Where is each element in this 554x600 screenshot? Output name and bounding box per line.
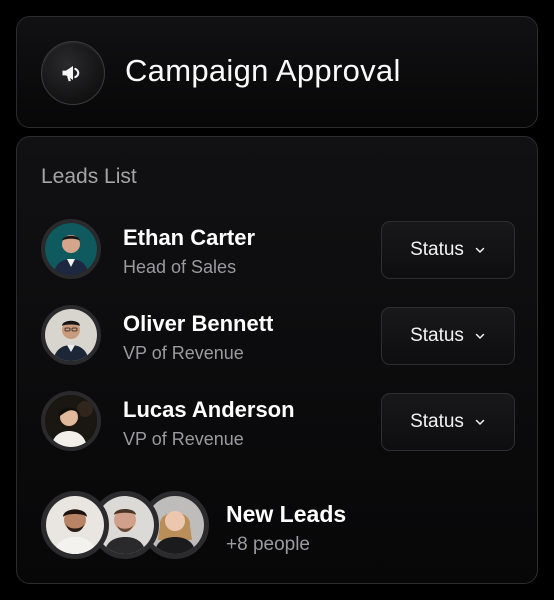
avatar <box>41 491 109 559</box>
new-leads-title: New Leads <box>226 501 347 527</box>
leads-list-title: Leads List <box>41 165 137 188</box>
chevron-down-icon <box>475 247 485 254</box>
campaign-header-card: Campaign Approval <box>16 16 538 128</box>
status-dropdown[interactable]: Status <box>381 393 515 451</box>
status-label: Status <box>410 239 464 260</box>
chevron-down-icon <box>475 333 485 340</box>
avatar <box>41 219 101 279</box>
new-leads-count: +8 people <box>226 534 310 555</box>
lead-row[interactable]: Lucas Anderson VP of Revenue Status <box>41 391 515 453</box>
lead-row[interactable]: Ethan Carter Head of Sales Status <box>41 219 515 281</box>
lead-name: Ethan Carter <box>123 225 256 250</box>
lead-role: VP of Revenue <box>123 429 244 449</box>
page-title: Campaign Approval <box>125 53 401 88</box>
status-dropdown[interactable]: Status <box>381 221 515 279</box>
chevron-down-icon <box>475 419 485 426</box>
lead-row[interactable]: Oliver Bennett VP of Revenue Status <box>41 305 515 367</box>
avatar <box>41 391 101 451</box>
new-leads-group[interactable]: New Leads +8 people <box>41 491 515 563</box>
status-dropdown[interactable]: Status <box>381 307 515 365</box>
leads-list-card: Leads List Ethan Carter Head of Sales St… <box>16 136 538 584</box>
lead-role: VP of Revenue <box>123 343 244 363</box>
lead-name: Oliver Bennett <box>123 311 274 336</box>
status-label: Status <box>410 325 464 346</box>
lead-role: Head of Sales <box>123 257 237 277</box>
megaphone-icon[interactable] <box>41 41 105 105</box>
status-label: Status <box>410 411 464 432</box>
lead-name: Lucas Anderson <box>123 397 295 422</box>
avatar <box>41 305 101 365</box>
